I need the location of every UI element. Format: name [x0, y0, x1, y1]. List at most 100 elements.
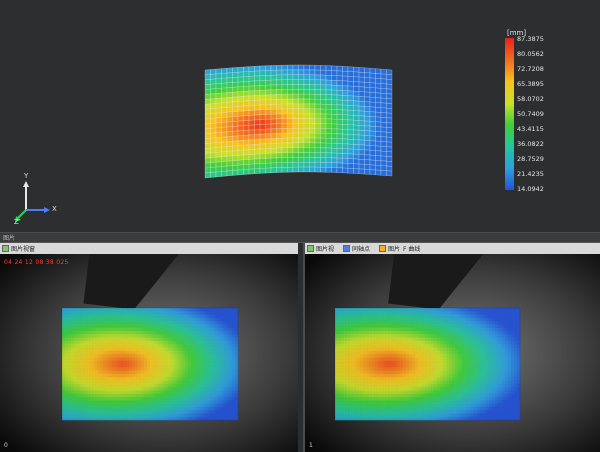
- field-cell: [167, 337, 171, 342]
- field-cell: [205, 321, 209, 325]
- tool-label: 图片: [388, 246, 401, 253]
- mesh-cell: [342, 153, 349, 159]
- field-cell: [152, 390, 157, 394]
- field-cell: [495, 344, 499, 348]
- tool-coaxial-points[interactable]: 同轴点: [343, 244, 370, 253]
- field-cell: [147, 380, 151, 385]
- mesh-cell: [265, 143, 272, 149]
- field-cell: [173, 337, 177, 342]
- mesh-cell: [248, 114, 255, 121]
- field-cell: [88, 413, 92, 417]
- field-cell: [375, 400, 379, 404]
- mesh-cell: [270, 79, 277, 86]
- field-cell: [350, 383, 354, 388]
- field-cell: [405, 393, 410, 398]
- field-cell: [179, 350, 183, 355]
- field-cell: [359, 350, 364, 355]
- field-cell: [486, 377, 490, 381]
- field-cell: [106, 383, 110, 388]
- field-cell: [114, 327, 119, 332]
- field-cell: [513, 321, 518, 325]
- field-cell: [100, 410, 104, 414]
- field-cell: [114, 387, 119, 391]
- mesh-cell: [353, 139, 360, 145]
- field-cell: [473, 383, 478, 388]
- field-cell: [85, 400, 89, 404]
- field-cell: [226, 413, 230, 417]
- tool-curve[interactable]: F 曲线: [403, 244, 420, 253]
- field-cell: [188, 413, 192, 417]
- field-cell: [381, 347, 385, 352]
- camera-image-right[interactable]: [305, 254, 600, 452]
- field-cell: [202, 400, 207, 404]
- field-cell: [126, 354, 130, 358]
- mesh-cell: [237, 81, 244, 88]
- mesh-cell: [331, 157, 338, 164]
- 3d-displacement-viewport[interactable]: [mm] 87.3875 80.0562 72.7208 65.3895 58.…: [0, 0, 600, 233]
- field-cell: [427, 337, 431, 342]
- field-cell: [73, 321, 77, 325]
- field-cell: [182, 383, 186, 388]
- field-cell: [108, 327, 113, 332]
- panel-divider-bar[interactable]: 图片: [0, 233, 600, 243]
- field-cell: [129, 324, 133, 329]
- field-cell: [402, 413, 407, 417]
- field-cell: [405, 347, 410, 352]
- tool-image-view[interactable]: 图片视窗: [2, 244, 35, 253]
- field-cell: [353, 410, 357, 414]
- mesh-cell: [210, 142, 217, 149]
- field-cell: [217, 334, 221, 338]
- field-cell: [455, 390, 459, 394]
- mesh-cell: [232, 111, 239, 117]
- field-cell: [498, 364, 502, 368]
- field-cell: [390, 387, 394, 391]
- field-cell: [405, 367, 410, 371]
- field-cell: [347, 324, 351, 329]
- field-cell: [433, 383, 438, 388]
- field-cell: [120, 413, 124, 417]
- field-cell: [513, 373, 518, 378]
- field-cell: [393, 360, 397, 365]
- field-cell: [492, 410, 496, 414]
- field-cell: [427, 413, 431, 417]
- camera-view-left[interactable]: 图片视窗 04 24 12 08 38 025 0: [0, 243, 298, 452]
- field-cell: [446, 340, 450, 345]
- tool-image-view[interactable]: 图片视: [307, 244, 334, 253]
- mesh-cell: [226, 155, 233, 162]
- field-cell: [158, 413, 163, 417]
- field-cell: [135, 390, 139, 394]
- field-cell: [455, 383, 459, 388]
- field-cell: [341, 350, 345, 355]
- camera-image-left[interactable]: [0, 254, 298, 452]
- field-cell: [504, 327, 508, 332]
- mesh-cell: [358, 81, 365, 88]
- mesh-cell: [358, 115, 365, 122]
- field-cell: [387, 321, 391, 325]
- mesh-cell: [347, 158, 354, 164]
- field-cell: [188, 331, 192, 335]
- field-cell: [495, 324, 499, 329]
- field-cell: [350, 400, 354, 404]
- tool-picture[interactable]: 图片: [379, 244, 400, 253]
- field-cell: [356, 314, 360, 319]
- field-cell: [100, 340, 104, 345]
- field-cell: [147, 383, 151, 388]
- field-cell: [170, 400, 174, 404]
- field-cell: [415, 373, 419, 378]
- field-cell: [141, 331, 145, 335]
- field-cell: [191, 370, 195, 375]
- field-cell: [433, 314, 438, 319]
- mesh-cell: [386, 88, 393, 95]
- field-cell: [220, 364, 224, 368]
- field-cell: [67, 387, 72, 391]
- camera-view-right[interactable]: 图片视 同轴点 图片 F 曲线 1: [303, 243, 600, 452]
- mesh-cell: [314, 123, 321, 129]
- field-cell: [147, 354, 151, 358]
- field-cell: [79, 373, 83, 378]
- field-cell: [424, 344, 428, 348]
- field-cell: [412, 331, 416, 335]
- field-cell: [217, 311, 221, 315]
- field-cell: [114, 413, 119, 417]
- mesh-cell: [265, 148, 272, 154]
- mesh-cell: [303, 84, 310, 90]
